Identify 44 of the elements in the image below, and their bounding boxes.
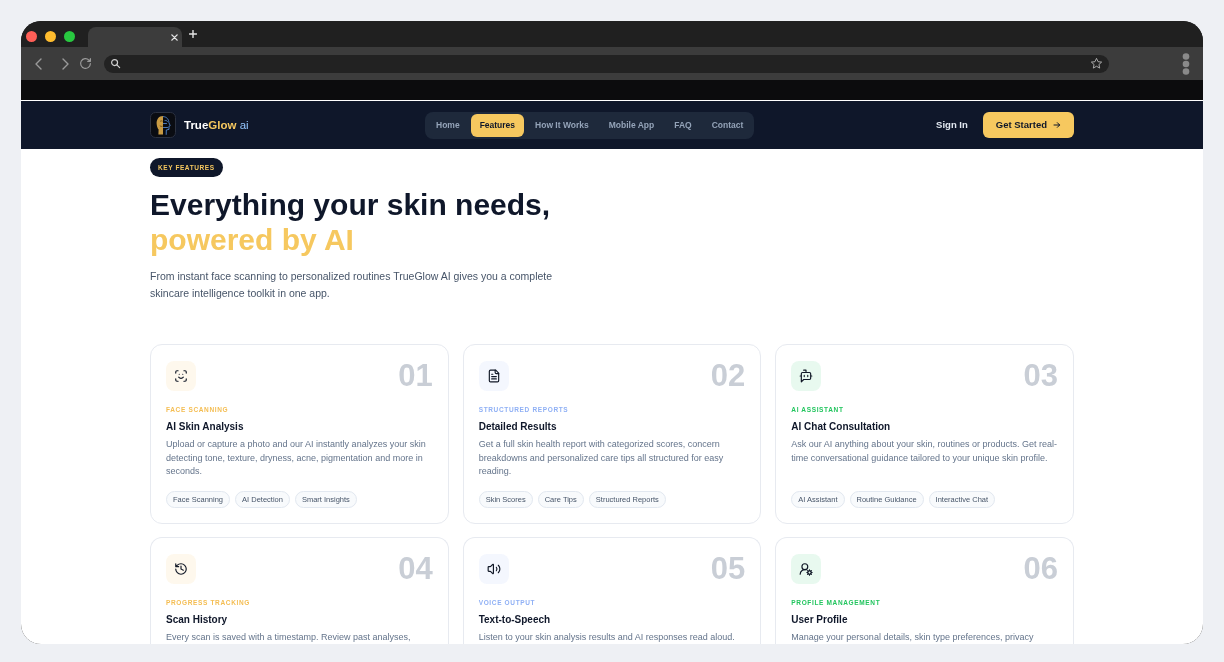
address-field[interactable] [104,54,1109,73]
feature-title: AI Chat Consultation [791,420,891,433]
history-icon [166,554,196,584]
feature-title: AI Skin Analysis [166,420,244,433]
feature-description: Ask our AI anything about your skin, routines or products. Get real-time conversational guidance tailored to your unique skin profile. [791,438,1058,465]
feature-description: Listen to your skin analysis results and AI responses read aloud. [478,631,736,644]
user-gear-icon [791,554,822,584]
nav-link[interactable]: Features [470,113,525,137]
feature-description: Get a full skin health report with categorized scores, concern breakdowns and personalized care tips all structured for easy reading. [478,438,725,478]
feature-description: Upload or capture a photo and our AI instantly analyzes your skin detecting tone, texture, dryness, acne, pigmentation and more in seconds. [166,438,427,478]
brand-name[interactable]: TrueGlow ai [184,118,249,132]
speaker-icon [478,554,509,584]
window-minimize-icon[interactable] [45,31,56,42]
feature-title: Scan History [166,613,228,626]
more-options-icon[interactable] [1182,52,1190,75]
document-icon [478,361,509,391]
nav-link[interactable]: FAQ [665,113,701,137]
arrow-right-icon [1053,121,1061,129]
nav-link[interactable]: Home [427,113,469,137]
feature-title: Text-to-Speech [478,613,551,626]
back-icon[interactable] [35,57,42,70]
reload-icon[interactable] [79,57,92,70]
nav-link[interactable]: Mobile App [599,113,664,137]
feature-title: User Profile [791,613,848,626]
bookmark-star-icon[interactable] [1090,57,1103,70]
close-icon[interactable] [171,33,178,41]
new-tab-icon[interactable] [189,29,197,38]
nav-link[interactable]: Contact [702,113,753,137]
face-scan-icon [166,361,196,391]
hero-heading-highlight: powered by AI [150,222,354,257]
feature-description: Manage your personal details, skin type preferences, privacy [791,631,1035,644]
feature-description: Every scan is saved with a timestamp. Review past analyses, [166,631,412,644]
window-close-icon[interactable] [26,31,37,42]
sign-in-link[interactable]: Sign In [936,117,968,133]
search-icon [110,58,121,69]
forward-icon[interactable] [62,57,69,70]
nav-link[interactable]: How It Works [526,113,598,137]
feature-title: Detailed Results [478,420,557,433]
chat-bot-icon [791,361,822,391]
hero-description: From instant face scanning to personalized routines TrueGlow AI gives you a complete skincare intelligence toolkit in one app. [150,269,554,301]
window-zoom-icon[interactable] [64,31,75,42]
hero-heading: Everything your skin needs, [150,187,551,222]
logo-icon[interactable] [150,112,176,138]
get-started-button[interactable]: Get Started [982,112,1074,138]
